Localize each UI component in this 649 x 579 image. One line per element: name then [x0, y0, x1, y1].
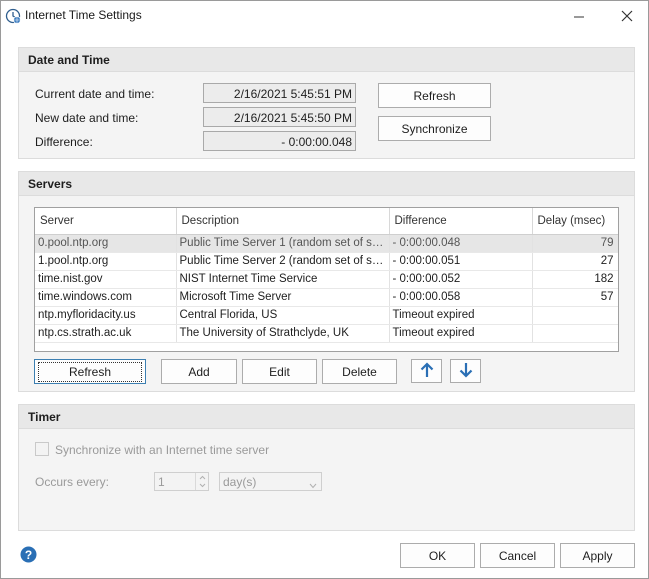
cell-difference: - 0:00:00.051 [389, 252, 533, 271]
table-row[interactable]: ntp.myfloridacity.us Central Florida, US… [35, 306, 618, 325]
cell-difference: Timeout expired [389, 324, 533, 343]
cell-difference: Timeout expired [389, 306, 533, 325]
cell-description: The University of Strathclyde, UK [176, 324, 390, 343]
servers-header: Servers [19, 172, 634, 196]
column-header-description[interactable]: Description [176, 208, 390, 235]
date-time-header: Date and Time [19, 48, 634, 72]
table-header-row: Server Description Difference Delay (mse… [35, 208, 618, 235]
window-title: Internet Time Settings [25, 8, 142, 22]
title-bar: Internet Time Settings [1, 1, 648, 31]
chevron-down-icon [309, 478, 317, 492]
minimize-icon[interactable] [572, 9, 586, 23]
cell-description: Central Florida, US [176, 306, 390, 325]
timer-group: Timer [18, 404, 635, 531]
refresh-servers-label: Refresh [37, 361, 143, 382]
cell-delay: 79 [532, 234, 618, 253]
add-server-button[interactable]: Add [161, 359, 237, 384]
cell-description: Microsoft Time Server [176, 288, 390, 307]
cell-description: Public Time Server 1 (random set of serv… [176, 234, 390, 253]
current-date-field: 2/16/2021 5:45:51 PM [203, 83, 356, 103]
clock-globe-icon [5, 8, 21, 24]
cell-delay: 57 [532, 288, 618, 307]
table-row[interactable]: time.nist.gov NIST Internet Time Service… [35, 270, 618, 289]
servers-table[interactable]: Server Description Difference Delay (mse… [34, 207, 619, 352]
arrow-up-icon [419, 361, 435, 381]
cell-description: NIST Internet Time Service [176, 270, 390, 289]
cell-server: 1.pool.ntp.org [35, 252, 177, 271]
difference-field: - 0:00:00.048 [203, 131, 356, 151]
sync-checkbox-label[interactable]: Synchronize with an Internet time server [55, 443, 269, 457]
column-header-difference[interactable]: Difference [389, 208, 533, 235]
cell-delay [532, 306, 618, 325]
cell-server: time.windows.com [35, 288, 177, 307]
cell-difference: - 0:00:00.058 [389, 288, 533, 307]
internet-time-settings-window: Internet Time Settings Date and Time Cur… [0, 0, 649, 579]
synchronize-button[interactable]: Synchronize [378, 116, 491, 141]
svg-text:?: ? [25, 548, 32, 562]
edit-server-button[interactable]: Edit [242, 359, 317, 384]
cell-delay [532, 324, 618, 343]
move-down-button[interactable] [450, 359, 481, 383]
current-date-label: Current date and time: [35, 87, 155, 101]
interval-unit-value: day(s) [223, 475, 257, 489]
cell-server: time.nist.gov [35, 270, 177, 289]
cell-delay: 182 [532, 270, 618, 289]
column-header-delay[interactable]: Delay (msec) [532, 208, 618, 235]
occurs-every-label: Occurs every: [35, 475, 110, 489]
sync-checkbox[interactable] [35, 442, 49, 456]
table-row[interactable]: 1.pool.ntp.org Public Time Server 2 (ran… [35, 252, 618, 271]
column-header-server[interactable]: Server [35, 208, 177, 235]
interval-stepper[interactable]: 1 [154, 472, 209, 491]
new-date-field: 2/16/2021 5:45:50 PM [203, 107, 356, 127]
table-row[interactable]: 0.pool.ntp.org Public Time Server 1 (ran… [35, 234, 618, 253]
delete-server-button[interactable]: Delete [322, 359, 397, 384]
cell-difference: - 0:00:00.052 [389, 270, 533, 289]
stepper-arrows[interactable] [195, 473, 208, 490]
refresh-servers-button[interactable]: Refresh [34, 359, 146, 384]
cell-delay: 27 [532, 252, 618, 271]
timer-header: Timer [19, 405, 634, 429]
cell-server: ntp.cs.strath.ac.uk [35, 324, 177, 343]
interval-value: 1 [158, 475, 165, 489]
cell-server: 0.pool.ntp.org [35, 234, 177, 253]
refresh-time-button[interactable]: Refresh [378, 83, 491, 108]
cell-description: Public Time Server 2 (random set of serv… [176, 252, 390, 271]
table-row[interactable]: ntp.cs.strath.ac.uk The University of St… [35, 324, 618, 343]
interval-unit-select[interactable]: day(s) [219, 472, 322, 491]
arrow-down-icon [458, 362, 474, 381]
difference-label: Difference: [35, 135, 93, 149]
move-up-button[interactable] [411, 359, 442, 383]
help-icon[interactable]: ? [20, 546, 37, 563]
apply-button[interactable]: Apply [560, 543, 635, 568]
cancel-button[interactable]: Cancel [480, 543, 555, 568]
close-icon[interactable] [620, 9, 634, 23]
cell-server: ntp.myfloridacity.us [35, 306, 177, 325]
new-date-label: New date and time: [35, 111, 139, 125]
cell-difference: - 0:00:00.048 [389, 234, 533, 253]
table-row[interactable]: time.windows.com Microsoft Time Server -… [35, 288, 618, 307]
ok-button[interactable]: OK [400, 543, 475, 568]
